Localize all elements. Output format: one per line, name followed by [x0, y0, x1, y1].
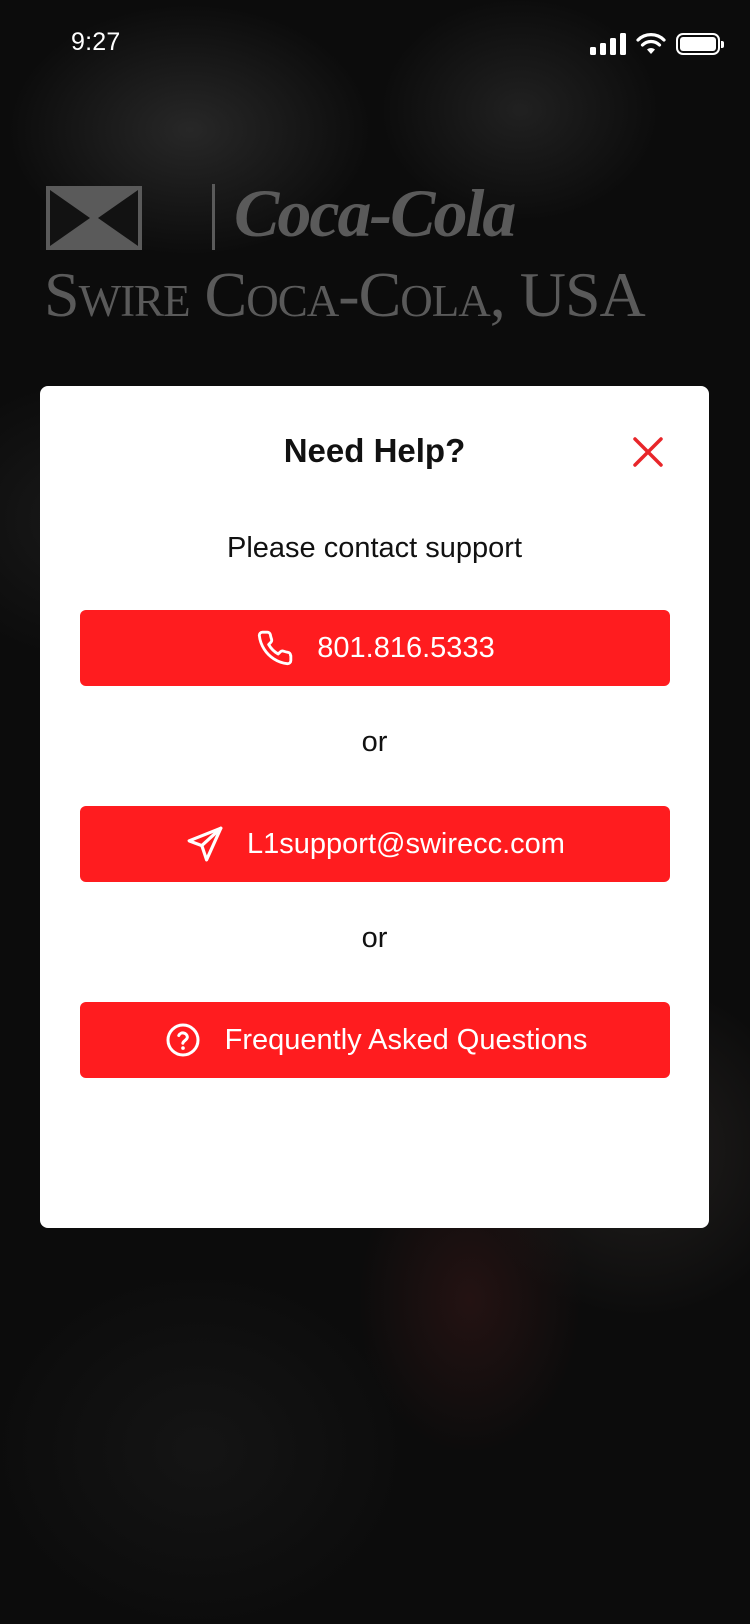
- close-icon[interactable]: [630, 434, 666, 470]
- signal-icon: [590, 33, 626, 55]
- faq-label: Frequently Asked Questions: [224, 1023, 588, 1056]
- faq-button[interactable]: Frequently Asked Questions: [80, 1002, 670, 1078]
- modal-title: Need Help?: [283, 432, 466, 469]
- call-support-button[interactable]: 801.816.5333: [80, 610, 670, 686]
- phone-icon: [255, 628, 295, 668]
- coca-cola-script: Coca-Cola: [234, 175, 516, 251]
- logo-divider: [212, 184, 215, 250]
- email-label: L1support@swirecc.com: [247, 827, 565, 860]
- help-modal: Need Help? Please contact support 801.81…: [40, 386, 709, 1228]
- status-bar: 9:27: [0, 0, 750, 92]
- brand-name: Swire Coca-Cola, USA: [44, 259, 646, 330]
- battery-icon: [676, 33, 724, 55]
- contact-support-text: Please contact support: [226, 532, 522, 564]
- send-icon: [185, 824, 225, 864]
- phone-number-label: 801.816.5333: [317, 631, 495, 664]
- or-separator: or: [361, 726, 388, 758]
- status-time: 9:27: [71, 28, 121, 56]
- swire-flag-icon: [46, 186, 142, 250]
- email-support-button[interactable]: L1support@swirecc.com: [80, 806, 670, 882]
- brand-logo: Coca-Cola Swire Coca-Cola, USA: [44, 175, 704, 332]
- wifi-icon: [636, 33, 666, 54]
- or-separator: or: [361, 922, 388, 954]
- status-icons: [590, 32, 724, 56]
- question-circle-icon: [163, 1020, 203, 1060]
